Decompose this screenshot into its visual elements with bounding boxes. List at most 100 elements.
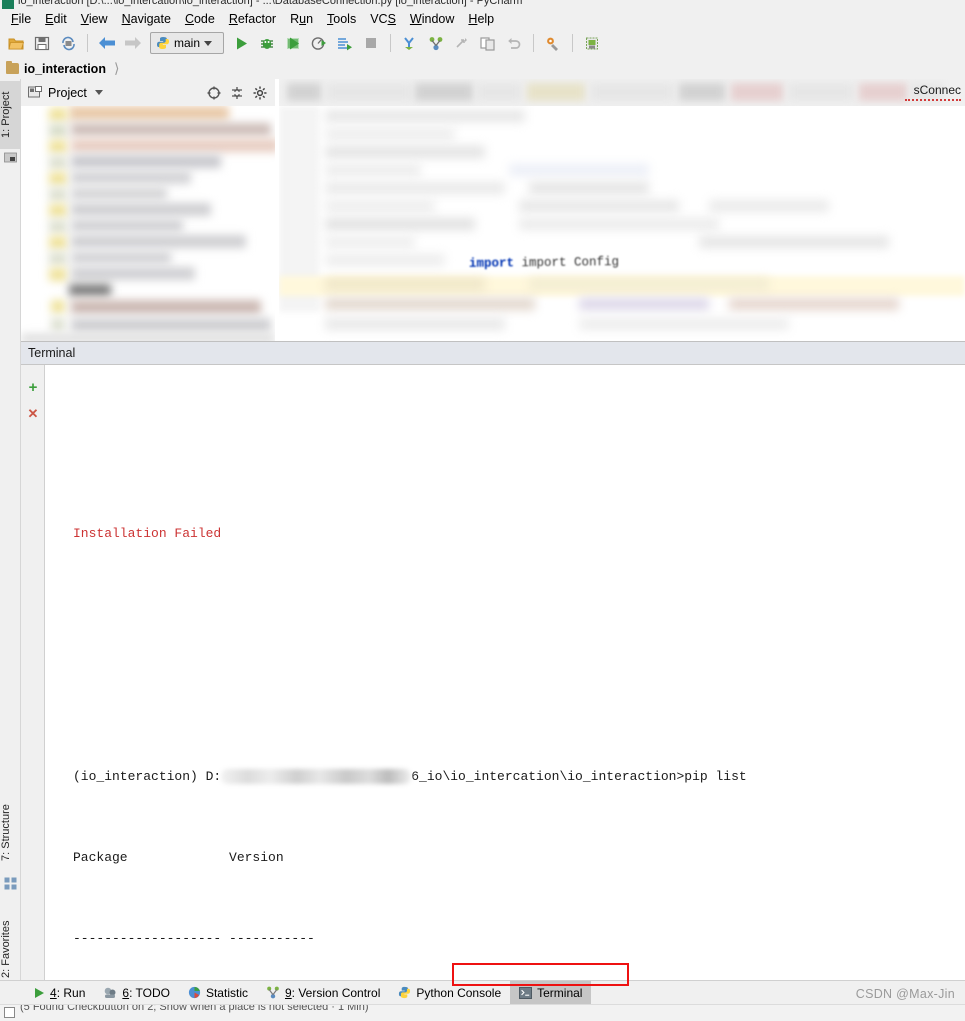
project-panel-header: Project [21, 79, 275, 106]
run-configuration-label: main [174, 36, 201, 50]
project-icon [28, 86, 42, 98]
statistic-icon [188, 986, 201, 999]
editor-tab-strip: sConnec [279, 79, 965, 106]
push-icon[interactable] [450, 31, 474, 55]
menu-edit[interactable]: Edit [38, 11, 74, 27]
menu-code[interactable]: Code [178, 11, 222, 27]
sidebar-item-structure[interactable]: 7: Structure [0, 791, 21, 875]
terminal-output[interactable]: Installation Failed (io_interaction) D: 6… [46, 365, 965, 991]
profile-icon[interactable] [307, 31, 331, 55]
python-icon [399, 986, 411, 999]
terminal-icon [519, 986, 533, 999]
toolbar-separator-3 [533, 34, 534, 52]
watermark: CSDN @Max-Jin [855, 987, 955, 1001]
debug-icon[interactable] [255, 31, 279, 55]
breadcrumb-separator-icon: ⟩ [113, 60, 120, 76]
project-tree[interactable] [21, 106, 275, 341]
status-bar-text: (5 Found Checkbutton on 2; Show when a p… [20, 1004, 369, 1013]
python-icon [157, 37, 169, 49]
tab-run[interactable]: 4: Run [24, 981, 94, 1005]
back-arrow-icon[interactable] [95, 31, 119, 55]
terminal-title-label: Terminal [28, 346, 76, 360]
todo-icon [105, 987, 116, 998]
terminal-title-bar: Terminal [21, 342, 965, 365]
run-with-console-icon[interactable] [333, 31, 357, 55]
menu-vcs[interactable]: VCS [363, 11, 403, 27]
diff-icon[interactable] [476, 31, 500, 55]
update-project-icon[interactable] [398, 31, 422, 55]
window-title: io_interaction [D:\...\io_intercation\io… [18, 0, 523, 7]
run-icon[interactable] [229, 31, 253, 55]
folder-icon [6, 61, 19, 74]
run-coverage-icon[interactable] [281, 31, 305, 55]
status-bar: (5 Found Checkbutton on 2; Show when a p… [0, 1004, 965, 1021]
collapse-all-icon[interactable] [230, 86, 244, 100]
terminal-line-divider: ------------------- ----------- [73, 931, 315, 946]
menu-tools[interactable]: Tools [320, 11, 363, 27]
terminal-prompt-prefix: (io_interaction) D: [73, 769, 222, 784]
tool-window-bar: 4: Run 6: TODO Statistic 9: Version Cont… [0, 963, 965, 1005]
forward-arrow-icon[interactable] [121, 31, 145, 55]
sync-icon[interactable] [56, 31, 80, 55]
checkbox-icon[interactable] [4, 1007, 15, 1018]
menu-refactor[interactable]: Refactor [222, 11, 283, 27]
target-icon[interactable] [207, 86, 221, 100]
vcs-icon [267, 986, 279, 999]
editor-tab-label[interactable]: sConnec [914, 83, 961, 97]
terminal-prompt-line: (io_interaction) D: 6_io\io_intercation\i… [73, 763, 965, 790]
rollback-icon[interactable] [502, 31, 526, 55]
menu-run[interactable]: Run [283, 11, 320, 27]
commit-icon[interactable] [424, 31, 448, 55]
tab-python-console[interactable]: Python Console [389, 981, 510, 1005]
terminal-prompt-suffix: 6_io\io_intercation\io_interaction>pip l… [411, 769, 747, 784]
toolbar-separator-2 [390, 34, 391, 52]
editor-region: Project sConnec import import Config [21, 79, 965, 341]
new-terminal-session-button[interactable]: + [25, 379, 41, 395]
structure-icon [4, 877, 17, 890]
open-folder-icon[interactable] [4, 31, 28, 55]
tab-terminal[interactable]: Terminal [510, 980, 592, 1005]
menu-navigate[interactable]: Navigate [115, 11, 178, 27]
run-icon [35, 987, 44, 998]
chevron-down-icon [204, 40, 213, 46]
menu-view[interactable]: View [74, 11, 115, 27]
toolbar-separator-4 [572, 34, 573, 52]
left-tool-strip: 1: Project 7: Structure 2: Favorites [0, 79, 21, 1009]
sdk-icon[interactable] [580, 31, 604, 55]
tab-statistic[interactable]: Statistic [179, 981, 257, 1005]
breadcrumb: io_interaction ⟩ [0, 58, 965, 79]
terminal-line-header: Package Version [73, 850, 284, 865]
save-all-icon[interactable] [30, 31, 54, 55]
breadcrumb-root[interactable]: io_interaction [24, 62, 106, 76]
code-import-line: import import Config [468, 255, 620, 271]
chevron-down-icon[interactable] [94, 90, 103, 95]
title-bar: io_interaction [D:\...\io_intercation\io… [0, 0, 965, 10]
sidebar-item-project[interactable]: 1: Project [0, 81, 21, 149]
terminal-tool-window: Terminal + ✕ Installation Failed (io_int… [21, 341, 965, 991]
tab-todo[interactable]: 6: TODO [94, 981, 179, 1005]
menu-help[interactable]: Help [461, 11, 501, 27]
terminal-line-error: Installation Failed [73, 526, 222, 541]
menu-bar: File Edit View Navigate Code Refactor Ru… [0, 10, 965, 28]
settings-wrench-icon[interactable] [541, 31, 565, 55]
terminal-gutter: + ✕ [21, 365, 45, 991]
menu-file[interactable]: File [4, 11, 38, 27]
tab-version-control[interactable]: 9: Version Control [257, 981, 389, 1005]
close-terminal-session-button[interactable]: ✕ [25, 405, 41, 421]
menu-window[interactable]: Window [403, 11, 461, 27]
code-import-target: import Config [521, 255, 620, 271]
main-toolbar: main [0, 28, 965, 58]
stop-icon[interactable] [359, 31, 383, 55]
project-icon [4, 152, 17, 163]
pycharm-icon [2, 0, 14, 9]
code-editor[interactable]: import import Config [279, 106, 965, 341]
redacted-path [221, 769, 412, 785]
gear-icon[interactable] [253, 86, 267, 100]
toolbar-separator [87, 34, 88, 52]
pycharm-window: io_interaction [D:\...\io_intercation\io… [0, 0, 965, 1021]
project-panel-title: Project [48, 85, 87, 100]
run-configuration-selector[interactable]: main [150, 32, 224, 54]
